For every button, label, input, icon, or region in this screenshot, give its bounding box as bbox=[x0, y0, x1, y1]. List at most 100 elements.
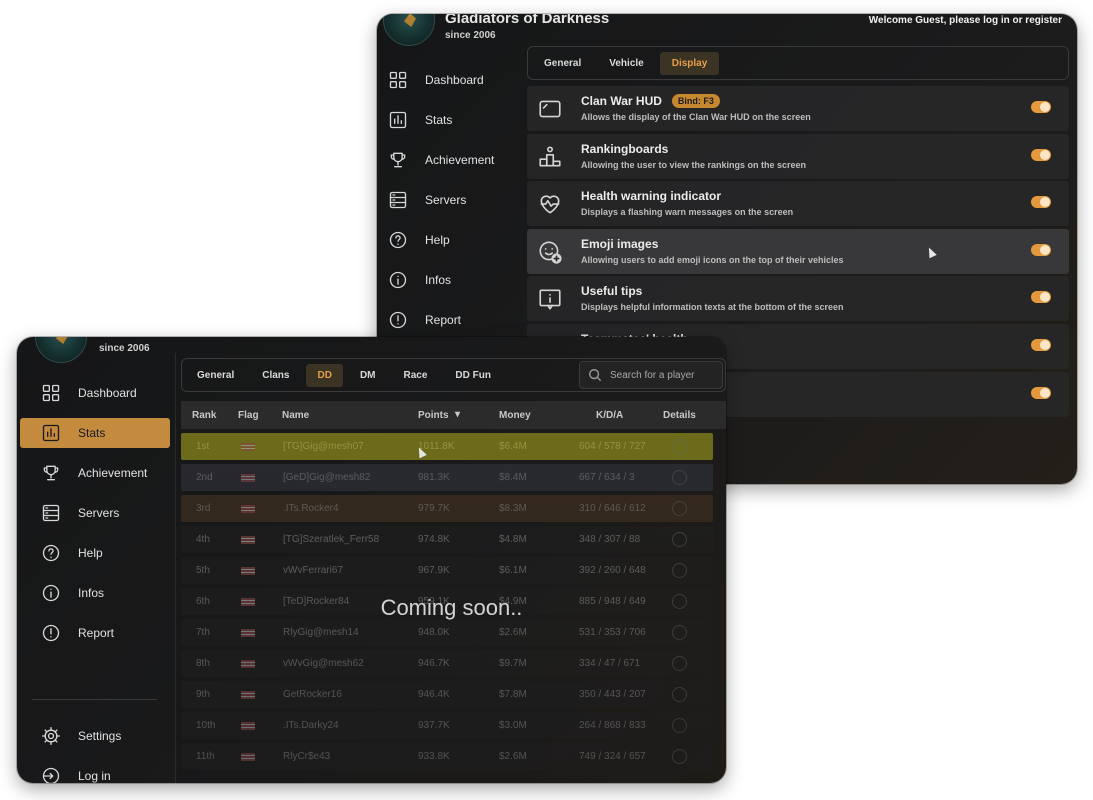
setting-description: Allowing the user to view the rankings o… bbox=[581, 159, 807, 170]
setting-title: Useful tips bbox=[581, 284, 642, 298]
table-row[interactable]: 1st [TG]Gig@mesh07 1011.8K $6.4M 604 / 578 /… bbox=[181, 433, 713, 460]
details-info-icon[interactable] bbox=[672, 563, 687, 578]
tab-vehicle[interactable]: Vehicle bbox=[597, 52, 655, 75]
cell-rank: 7th bbox=[196, 627, 210, 638]
cell-rank: 10th bbox=[196, 720, 216, 731]
tab-clans[interactable]: Clans bbox=[251, 364, 300, 387]
sidebar-item-stats[interactable]: Stats bbox=[20, 418, 170, 448]
sidebar-item-servers[interactable]: Servers bbox=[20, 498, 170, 528]
column-header-points[interactable]: Points bbox=[418, 410, 449, 421]
heartbeat-icon bbox=[535, 189, 565, 219]
cell-money: $6.4M bbox=[499, 441, 527, 452]
setting-row[interactable]: Rankingboards Allowing the user to view t… bbox=[527, 133, 1069, 179]
cell-kda: 348 / 307 / 88 bbox=[579, 534, 641, 545]
tab-dd-fun[interactable]: DD Fun bbox=[444, 364, 502, 387]
tab-dd[interactable]: DD bbox=[306, 363, 343, 387]
setting-row[interactable]: Useful tips Displays helpful information … bbox=[527, 276, 1069, 322]
details-info-icon[interactable] bbox=[672, 501, 687, 516]
setting-toggle[interactable] bbox=[1031, 101, 1051, 113]
sidebar-item-label: Help bbox=[78, 546, 103, 560]
sidebar-item-dashboard[interactable]: Dashboard bbox=[20, 378, 170, 408]
country-flag bbox=[241, 474, 255, 482]
column-header-flag: Flag bbox=[238, 410, 259, 421]
cell-name: [GeD]Gig@mesh82 bbox=[283, 472, 371, 483]
sidebar-item-servers[interactable]: Servers bbox=[385, 185, 515, 215]
sidebar-item-log-in[interactable]: Log in bbox=[20, 761, 170, 783]
sidebar-item-dashboard[interactable]: Dashboard bbox=[385, 65, 515, 95]
sidebar-item-help[interactable]: Help bbox=[20, 538, 170, 568]
table-row[interactable]: 4th [TG]Szeratlek_Ferr58 974.8K $4.8M 348 / … bbox=[181, 526, 713, 553]
cell-rank: 5th bbox=[196, 565, 210, 576]
setting-description: Displays helpful information texts at th… bbox=[581, 302, 844, 313]
cell-kda: 310 / 646 / 612 bbox=[579, 503, 646, 514]
details-info-icon[interactable] bbox=[672, 656, 687, 671]
sidebar-item-achievement[interactable]: Achievement bbox=[20, 458, 170, 488]
details-info-icon[interactable] bbox=[672, 532, 687, 547]
tab-general[interactable]: General bbox=[532, 52, 593, 75]
details-info-icon[interactable] bbox=[672, 749, 687, 764]
tab-race[interactable]: Race bbox=[393, 364, 439, 387]
help-icon bbox=[387, 229, 409, 251]
player-search[interactable] bbox=[579, 361, 723, 389]
sidebar-item-label: Servers bbox=[425, 193, 467, 207]
table-row[interactable]: 5th vWvFerrari67 967.9K $6.1M 392 / 260 / 64… bbox=[181, 557, 713, 584]
tab-dm[interactable]: DM bbox=[349, 364, 387, 387]
setting-toggle[interactable] bbox=[1031, 196, 1051, 209]
keybind-badge: Bind: F3 bbox=[671, 94, 720, 108]
details-info-icon[interactable] bbox=[672, 439, 687, 454]
cell-kda: 531 / 353 / 706 bbox=[579, 627, 646, 638]
details-info-icon[interactable] bbox=[672, 687, 687, 702]
sidebar-item-report[interactable]: Report bbox=[385, 305, 515, 335]
cell-money: $4.8M bbox=[499, 534, 527, 545]
tab-display[interactable]: Display bbox=[659, 51, 720, 75]
table-row[interactable]: 11th RlyCr$e43 933.8K $2.6M 749 / 324 / 657 bbox=[181, 743, 713, 770]
setting-toggle[interactable] bbox=[1031, 291, 1051, 304]
setting-title: Health warning indicator bbox=[581, 189, 721, 203]
setting-title: Clan War HUD Bind: F3 bbox=[581, 94, 720, 108]
setting-toggle[interactable] bbox=[1031, 148, 1051, 161]
table-row[interactable]: 3rd .ITs.Rocker4 979.7K $8.3M 310 / 646 / 61… bbox=[181, 495, 713, 522]
setting-row[interactable]: Health warning indicator Displays a flash… bbox=[527, 181, 1069, 227]
cell-money: $8.4M bbox=[499, 472, 527, 483]
column-header-details: Details bbox=[663, 410, 696, 421]
table-row[interactable]: 2nd [GeD]Gig@mesh82 981.3K $8.4M 667 / 634 /… bbox=[181, 464, 713, 491]
table-row[interactable]: 8th vWvGig@mesh62 946.7K $9.7M 334 / 47 / 67… bbox=[181, 650, 713, 677]
cell-name: [TG]Szeratlek_Ferr58 bbox=[283, 534, 380, 545]
details-info-icon[interactable] bbox=[672, 625, 687, 640]
table-row[interactable]: 7th RlyGig@mesh14 948.0K $2.6M 531 / 353 / 7… bbox=[181, 619, 713, 646]
sidebar-item-infos[interactable]: Infos bbox=[20, 578, 170, 608]
setting-toggle[interactable] bbox=[1031, 339, 1051, 351]
sidebar-item-label: Stats bbox=[425, 113, 453, 127]
app-logo bbox=[35, 337, 87, 363]
table-row[interactable]: 10th .ITs.Darky24 937.7K $3.0M 264 / 868 / 8… bbox=[181, 712, 713, 739]
welcome-login-link[interactable]: Welcome Guest, please log in or register bbox=[869, 15, 1062, 26]
sidebar-item-settings[interactable]: Settings bbox=[20, 721, 170, 751]
sidebar-item-help[interactable]: Help bbox=[385, 225, 515, 255]
dashboard-icon bbox=[387, 69, 409, 91]
country-flag bbox=[241, 753, 255, 761]
table-row[interactable]: 9th GetRocker16 946.4K $7.8M 350 / 443 / 207 bbox=[181, 681, 713, 708]
sidebar-item-stats[interactable]: Stats bbox=[385, 105, 515, 135]
setting-title-text: Rankingboards bbox=[581, 141, 669, 156]
details-info-icon[interactable] bbox=[672, 470, 687, 485]
setting-toggle[interactable] bbox=[1031, 386, 1051, 399]
cell-money: $9.7M bbox=[499, 658, 527, 669]
search-input[interactable] bbox=[610, 369, 720, 381]
sort-desc-icon[interactable]: ▾ bbox=[455, 409, 460, 420]
sidebar-item-achievement[interactable]: Achievement bbox=[385, 145, 515, 175]
cell-points: 937.7K bbox=[418, 720, 450, 731]
report-icon bbox=[387, 309, 409, 331]
country-flag bbox=[241, 567, 255, 575]
sidebar-item-report[interactable]: Report bbox=[20, 618, 170, 648]
sidebar-item-infos[interactable]: Infos bbox=[385, 265, 515, 295]
setting-toggle[interactable] bbox=[1031, 243, 1051, 256]
setting-title-text: Useful tips bbox=[581, 284, 643, 299]
column-header-kd/a: K/D/A bbox=[596, 410, 624, 421]
setting-row[interactable]: Clan War HUD Bind: F3 Allows the display o… bbox=[527, 86, 1069, 131]
tab-general[interactable]: General bbox=[186, 364, 245, 387]
setting-row[interactable]: Emoji images Allowing users to add emoji … bbox=[527, 228, 1069, 274]
search-icon bbox=[588, 368, 602, 382]
cell-name: [TG]Gig@mesh07 bbox=[283, 441, 364, 452]
details-info-icon[interactable] bbox=[672, 718, 687, 733]
country-flag bbox=[241, 505, 255, 513]
